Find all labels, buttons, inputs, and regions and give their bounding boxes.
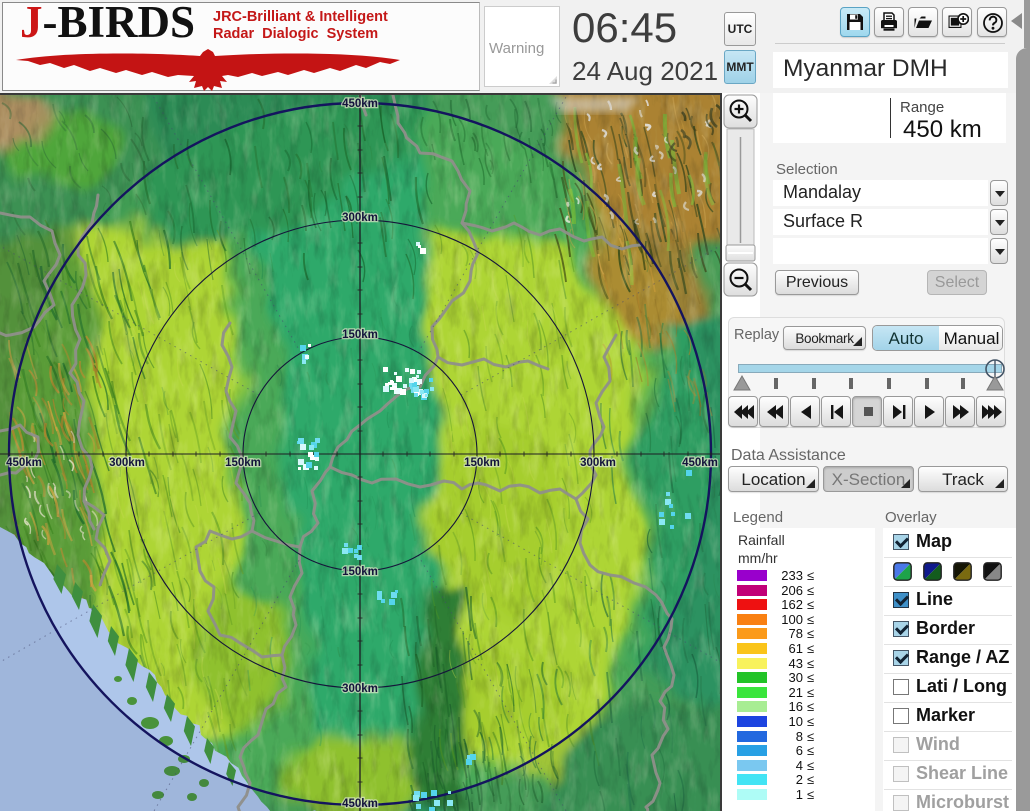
svg-text:150km: 150km bbox=[225, 457, 261, 469]
svg-text:450km: 450km bbox=[342, 98, 378, 110]
svg-text:150km: 150km bbox=[342, 566, 378, 578]
svg-text:300km: 300km bbox=[580, 457, 616, 469]
svg-text:300km: 300km bbox=[342, 683, 378, 695]
svg-text:150km: 150km bbox=[342, 329, 378, 341]
svg-text:450km: 450km bbox=[342, 798, 378, 810]
svg-text:300km: 300km bbox=[109, 457, 145, 469]
svg-text:150km: 150km bbox=[464, 457, 500, 469]
svg-text:450km: 450km bbox=[6, 457, 42, 469]
svg-text:300km: 300km bbox=[342, 212, 378, 224]
svg-text:450km: 450km bbox=[682, 457, 718, 469]
